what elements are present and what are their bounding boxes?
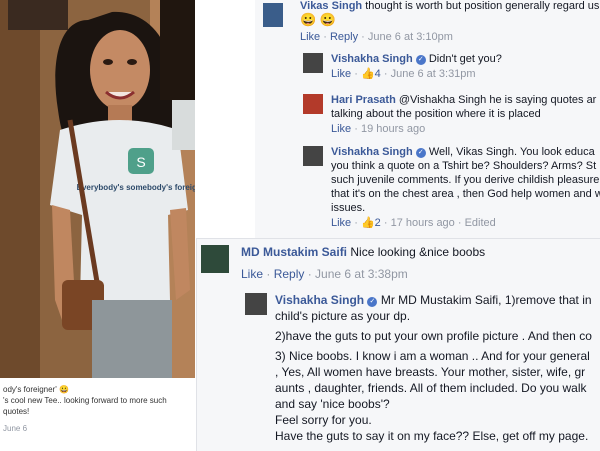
comment-mustakim: MD Mustakim Saifi Nice looking &nice boo… xyxy=(241,245,485,259)
comment-author[interactable]: Vishakha Singh xyxy=(331,146,413,158)
comment-text-line: issues. xyxy=(331,202,366,214)
caption-line-2: 's cool new Tee.. looking forward to mor… xyxy=(3,396,167,416)
comment-time[interactable]: 17 hours ago xyxy=(391,217,455,229)
comment-text: Didn't get you? xyxy=(428,53,502,65)
comment-text-line: Well, Vikas Singh. You look educa xyxy=(428,146,595,158)
comment-author[interactable]: Hari Prasath xyxy=(331,94,396,106)
avatar[interactable] xyxy=(303,94,323,114)
comment-text-line: Feel sorry for you. xyxy=(275,413,372,427)
comment-author[interactable]: Vikas Singh xyxy=(300,0,362,12)
photo-caption: ody's foreigner' 😀 's cool new Tee.. loo… xyxy=(3,384,193,434)
comment-time[interactable]: June 6 at 3:31pm xyxy=(391,68,476,80)
svg-text:S: S xyxy=(136,154,145,170)
comment-text-line: that it's on the chest area , then God h… xyxy=(331,188,600,200)
comment-time[interactable]: June 6 at 3:10pm xyxy=(368,31,453,43)
photo-illustration: S Everybody's somebody's foreigner xyxy=(0,0,195,378)
comment-vishakha-3: Vishakha Singh ✓ Mr MD Mustakim Saifi, 1… xyxy=(275,292,592,444)
profile-photo[interactable]: S Everybody's somebody's foreigner xyxy=(0,0,195,378)
comment-time[interactable]: 19 hours ago xyxy=(361,123,425,135)
thumbs-up-icon: 👍 xyxy=(360,217,375,229)
like-count[interactable]: 4 xyxy=(375,68,381,80)
comment-time[interactable]: June 6 at 3:38pm xyxy=(315,267,408,281)
like-count[interactable]: 2 xyxy=(375,217,381,229)
comment-text-line: child's picture as your dp. xyxy=(275,309,411,323)
comment-author[interactable]: Vishakha Singh xyxy=(275,293,364,307)
verified-icon: ✓ xyxy=(415,55,426,65)
avatar[interactable] xyxy=(303,53,323,73)
like-link[interactable]: Like xyxy=(331,68,351,80)
tshirt-quote: Everybody's somebody's foreigner xyxy=(77,183,195,192)
comment-text-line: , Yes, All women have breasts. Your moth… xyxy=(275,365,586,379)
verified-icon: ✓ xyxy=(367,297,378,307)
emoji-icon: 😀 😀 xyxy=(300,12,336,27)
comment-thread-top: Vikas Singh thought is worth but positio… xyxy=(255,0,600,238)
avatar[interactable] xyxy=(201,245,229,273)
comment-text-line: 3) Nice boobs. I know i am a woman .. An… xyxy=(275,349,590,363)
comment-text-line: Have the guts to say it on my face?? Els… xyxy=(275,429,589,443)
verified-icon: ✓ xyxy=(415,148,426,158)
reply-link[interactable]: Reply xyxy=(330,31,358,43)
comment-text-line: and say 'nice boobs'? xyxy=(275,397,390,411)
like-link[interactable]: Like xyxy=(300,31,320,43)
photo-post: S Everybody's somebody's foreigner ody's… xyxy=(0,0,195,450)
comment-text-line: you think a quote on a Tshirt be? Should… xyxy=(331,160,597,172)
reply-link[interactable]: Reply xyxy=(274,267,305,281)
like-link[interactable]: Like xyxy=(331,123,351,135)
avatar[interactable] xyxy=(245,293,267,315)
comment-thread-bottom: MD Mustakim Saifi Nice looking &nice boo… xyxy=(196,238,600,451)
thumbs-up-icon: 👍 xyxy=(360,68,375,80)
caption-date[interactable]: June 6 xyxy=(3,424,27,433)
comment-text-line: such juvenile comments. If you derive ch… xyxy=(331,174,600,186)
comment-vikas: Vikas Singh thought is worth but positio… xyxy=(300,0,600,43)
comment-text: Nice looking &nice boobs xyxy=(350,245,486,259)
comment-vishakha-2: Vishakha Singh ✓ Well, Vikas Singh. You … xyxy=(331,145,600,230)
avatar[interactable] xyxy=(263,3,283,27)
like-link[interactable]: Like xyxy=(241,267,263,281)
comment-vishakha-1: Vishakha Singh ✓ Didn't get you? Like · … xyxy=(331,53,502,80)
comment-text-line: @Vishakha Singh he is saying quotes ar xyxy=(398,94,597,106)
comment-author[interactable]: MD Mustakim Saifi xyxy=(241,245,347,259)
like-link[interactable]: Like xyxy=(331,217,351,229)
avatar[interactable] xyxy=(303,146,323,166)
comment-author[interactable]: Vishakha Singh xyxy=(331,53,413,65)
comment-text-line: talking about the position where it is p… xyxy=(331,108,541,120)
edited-label[interactable]: Edited xyxy=(465,217,496,229)
comment-text-line: 2)have the guts to put your own profile … xyxy=(275,329,592,343)
comment-hari: Hari Prasath @Vishakha Singh he is sayin… xyxy=(331,94,597,135)
comment-text-line: Mr MD Mustakim Saifi, 1)remove that in xyxy=(380,293,592,307)
comment-text: thought is worth but position generally … xyxy=(365,0,600,12)
comment-text-line: aunts , daughter, friends. All of them i… xyxy=(275,381,587,395)
caption-line-1: ody's foreigner' 😀 xyxy=(3,385,69,394)
